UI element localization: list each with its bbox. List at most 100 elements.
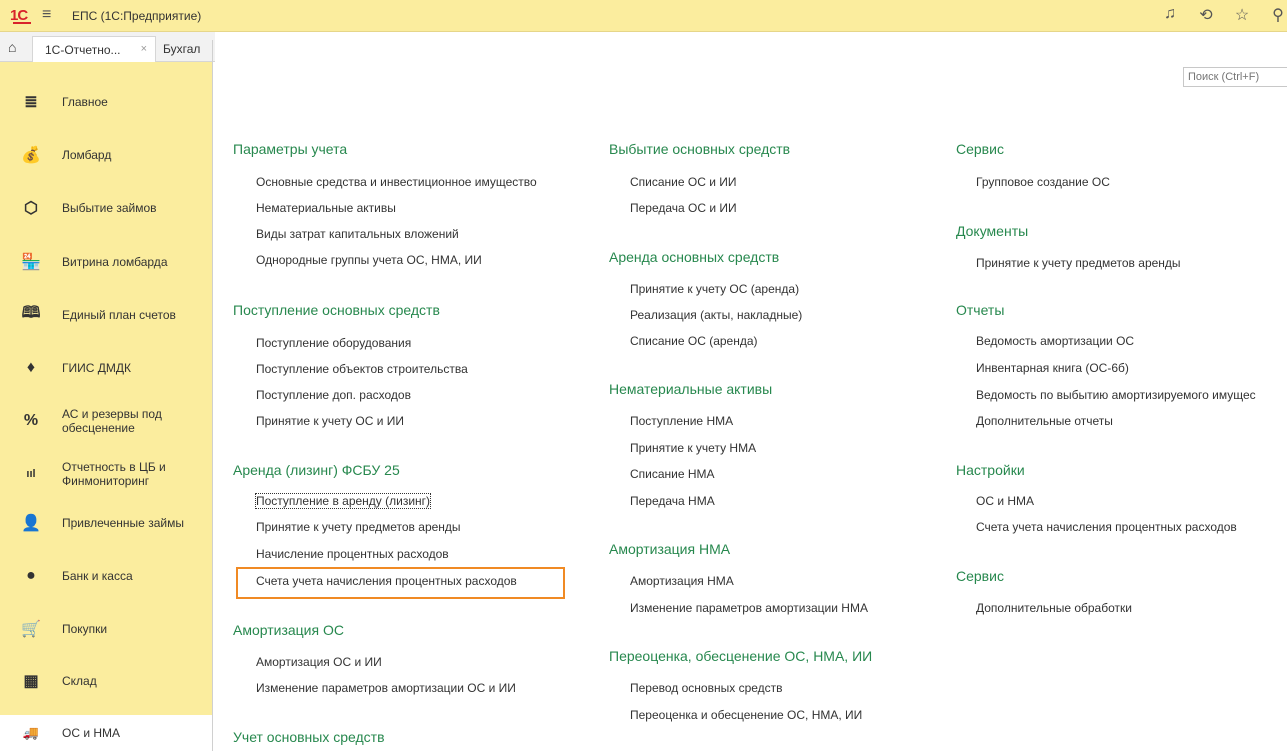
sidebar: ≣ Главное 💰 Ломбард ⬡ Выбытие займов 🏪 Витри… <box>0 62 212 715</box>
heading-fixed-assets-accounting[interactable]: Учет основных средств <box>233 729 385 745</box>
home-icon[interactable]: ⌂ <box>8 39 16 55</box>
link[interactable]: Перевод основных средств <box>630 681 783 695</box>
sidebar-item-label: АС и резервы под обесценение <box>62 407 162 435</box>
bar-chart-icon: ııl <box>26 468 36 480</box>
link-focused[interactable]: Поступление в аренду (лизинг) <box>254 493 432 509</box>
sidebar-item-reserves[interactable]: % АС и резервы под обесценение <box>0 401 212 441</box>
sidebar-item-chart-of-accounts[interactable]: 🕮 Единый план счетов <box>0 295 212 335</box>
heading-intangibles[interactable]: Нематериальные активы <box>609 381 772 397</box>
heading-intangibles-depreciation[interactable]: Амортизация НМА <box>609 541 730 557</box>
search-input[interactable] <box>1183 67 1287 87</box>
link[interactable]: Поступление объектов строительства <box>256 362 468 376</box>
link[interactable]: Списание ОС и ИИ <box>630 175 737 189</box>
link[interactable]: Амортизация НМА <box>630 574 734 588</box>
link[interactable]: Ведомость амортизации ОС <box>976 334 1134 348</box>
highlight-box <box>236 567 565 599</box>
link[interactable]: Списание НМА <box>630 467 715 481</box>
link[interactable]: Виды затрат капитальных вложений <box>256 227 459 241</box>
heading-depreciation[interactable]: Амортизация ОС <box>233 622 344 638</box>
sidebar-item-label: Покупки <box>62 622 108 636</box>
store-icon: 🏪 <box>21 254 41 271</box>
sidebar-item-label: Привлеченные займы <box>62 516 184 530</box>
sidebar-item-main[interactable]: ≣ Главное <box>0 82 212 122</box>
link[interactable]: Переоценка и обесценение ОС, НМА, ИИ <box>630 708 862 722</box>
link[interactable]: Поступление доп. расходов <box>256 388 411 402</box>
sidebar-item-showcase[interactable]: 🏪 Витрина ломбарда <box>0 242 212 282</box>
tab-strip <box>215 32 1287 40</box>
warehouse-icon: ▦ <box>23 673 39 690</box>
search-icon[interactable]: ⚲ <box>1269 5 1287 25</box>
tab-reporting[interactable]: 1С-Отчетно... × <box>32 36 156 62</box>
sidebar-item-loan-disposal[interactable]: ⬡ Выбытие займов <box>0 188 212 228</box>
sidebar-item-purchases[interactable]: 🛒 Покупки <box>0 609 212 649</box>
sidebar-item-label: Банк и касса <box>62 569 133 583</box>
heading-fixed-assets-receipt[interactable]: Поступление основных средств <box>233 302 440 318</box>
hamburger-menu-icon[interactable]: ≡ <box>42 6 51 24</box>
sidebar-item-bank-cash[interactable]: ● Банк и касса <box>0 556 212 596</box>
link[interactable]: Принятие к учету НМА <box>630 441 756 455</box>
truck-icon: 🚚 <box>22 725 40 740</box>
heading-accounting-params[interactable]: Параметры учета <box>233 141 347 157</box>
link[interactable]: Реализация (акты, накладные) <box>630 308 802 322</box>
app-title: ЕПС (1С:Предприятие) <box>72 9 202 23</box>
link[interactable]: Дополнительные отчеты <box>976 414 1113 428</box>
link[interactable]: Принятие к учету ОС (аренда) <box>630 282 799 296</box>
link[interactable]: Амортизация ОС и ИИ <box>256 655 382 669</box>
sidebar-item-giis-dmdk[interactable]: ♦ ГИИС ДМДК <box>0 348 212 388</box>
heading-service-2[interactable]: Сервис <box>956 568 1004 584</box>
heading-documents[interactable]: Документы <box>956 223 1028 239</box>
close-icon[interactable]: × <box>141 43 147 55</box>
heading-service[interactable]: Сервис <box>956 141 1004 157</box>
sidebar-item-label: Витрина ломбарда <box>62 255 168 269</box>
link[interactable]: Нематериальные активы <box>256 201 396 215</box>
link[interactable]: Ведомость по выбытию амортизируемого иму… <box>976 388 1256 402</box>
history-icon[interactable]: ⟲ <box>1197 5 1215 25</box>
sidebar-item-label: Ломбард <box>62 148 112 162</box>
heading-leasing[interactable]: Аренда (лизинг) ФСБУ 25 <box>233 462 400 478</box>
heading-reports[interactable]: Отчеты <box>956 302 1004 318</box>
sidebar-item-label: Главное <box>62 95 108 109</box>
bell-icon[interactable]: ♫ <box>1161 5 1179 25</box>
star-icon[interactable]: ☆ <box>1233 5 1251 25</box>
sidebar-item-cb-reporting[interactable]: ııl Отчетность в ЦБ и Финмониторинг <box>0 454 212 494</box>
sidebar-item-warehouse[interactable]: ▦ Склад <box>0 661 212 701</box>
tab-bar: ⌂ 1С-Отчетно... × Бухгал <box>0 32 215 62</box>
link[interactable]: Инвентарная книга (ОС-6б) <box>976 361 1129 375</box>
person-icon: 👤 <box>21 515 41 532</box>
box-icon: ⬡ <box>24 200 38 217</box>
link[interactable]: Дополнительные обработки <box>976 601 1132 615</box>
sidebar-item-fixed-assets[interactable]: 🚚 ОС и НМА <box>0 715 212 751</box>
link[interactable]: Передача ОС и ИИ <box>630 201 737 215</box>
heading-rent[interactable]: Аренда основных средств <box>609 249 779 265</box>
link[interactable]: Изменение параметров амортизации НМА <box>630 601 868 615</box>
link[interactable]: Групповое создание ОС <box>976 175 1110 189</box>
link[interactable]: Счета учета начисления процентных расход… <box>976 520 1237 534</box>
link[interactable]: Основные средства и инвестиционное имуще… <box>256 175 537 189</box>
heading-revaluation[interactable]: Переоценка, обесценение ОС, НМА, ИИ <box>609 648 872 664</box>
link[interactable]: Поступление НМА <box>630 414 733 428</box>
link[interactable]: Передача НМА <box>630 494 715 508</box>
link[interactable]: Изменение параметров амортизации ОС и ИИ <box>256 681 516 695</box>
link[interactable]: Списание ОС (аренда) <box>630 334 758 348</box>
tab-label: 1С-Отчетно... <box>45 43 121 57</box>
link[interactable]: Принятие к учету предметов аренды <box>976 256 1181 270</box>
tab-accounting[interactable]: Бухгал <box>163 42 200 56</box>
diamond-icon: ♦ <box>26 359 36 376</box>
sidebar-item-label: ГИИС ДМДК <box>62 361 131 375</box>
percent-icon: % <box>23 412 39 429</box>
sidebar-item-borrowed-loans[interactable]: 👤 Привлеченные займы <box>0 503 212 543</box>
sidebar-item-label: Отчетность в ЦБ и Финмониторинг <box>62 460 166 488</box>
link[interactable]: Поступление оборудования <box>256 336 411 350</box>
heading-settings[interactable]: Настройки <box>956 462 1025 478</box>
heading-disposal[interactable]: Выбытие основных средств <box>609 141 790 157</box>
sidebar-item-pawnshop[interactable]: 💰 Ломбард <box>0 135 212 175</box>
link[interactable]: Принятие к учету предметов аренды <box>256 520 461 534</box>
link[interactable]: Принятие к учету ОС и ИИ <box>256 414 404 428</box>
cart-icon: 🛒 <box>21 621 41 638</box>
sidebar-item-label: Склад <box>62 674 97 688</box>
titlebar-icons: ♫ ⟲ ☆ ⚲ <box>1161 5 1287 25</box>
link[interactable]: ОС и НМА <box>976 494 1034 508</box>
link[interactable]: Однородные группы учета ОС, НМА, ИИ <box>256 253 482 267</box>
link[interactable]: Начисление процентных расходов <box>256 547 449 561</box>
book-icon: 🕮 <box>21 304 41 322</box>
